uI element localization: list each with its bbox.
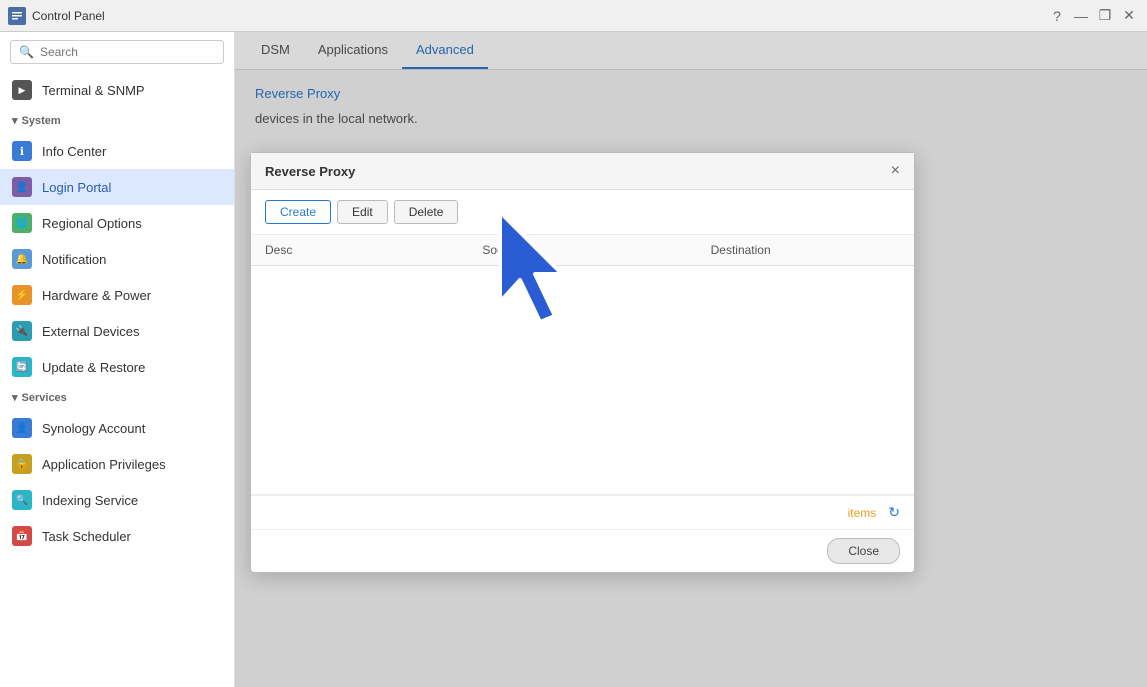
- task-scheduler-icon: 📅: [12, 526, 32, 546]
- indexing-service-icon: 🔍: [12, 490, 32, 510]
- minimize-button[interactable]: —: [1071, 6, 1091, 26]
- sidebar-item-indexing-service-label: Indexing Service: [42, 493, 138, 508]
- sidebar-item-update-restore-label: Update & Restore: [42, 360, 145, 375]
- sidebar-item-info-center-label: Info Center: [42, 144, 106, 159]
- system-section-label: System: [22, 115, 61, 127]
- create-button[interactable]: Create: [265, 200, 331, 224]
- title-bar-title: Control Panel: [32, 9, 105, 23]
- search-input[interactable]: [40, 45, 215, 59]
- refresh-icon[interactable]: ↻: [888, 504, 900, 521]
- delete-button[interactable]: Delete: [394, 200, 459, 224]
- services-collapse-icon: ▾: [12, 391, 18, 404]
- dialog-close-button[interactable]: ×: [891, 163, 900, 179]
- services-section-label: Services: [22, 392, 67, 404]
- system-section-header[interactable]: ▾ System: [0, 108, 234, 133]
- update-restore-icon: 🔄: [12, 357, 32, 377]
- login-portal-icon: 👤: [12, 177, 32, 197]
- sidebar-item-regional-options-label: Regional Options: [42, 216, 142, 231]
- dialog-toolbar: Create Edit Delete: [251, 190, 914, 235]
- sidebar-item-info-center[interactable]: ℹ Info Center: [0, 133, 234, 169]
- sidebar-item-application-privileges[interactable]: 🔒 Application Privileges: [0, 446, 234, 482]
- dialog-table-wrap: Desc Source Destination: [251, 235, 914, 495]
- synology-account-icon: 👤: [12, 418, 32, 438]
- sidebar-item-external-devices[interactable]: 🔌 External Devices: [0, 313, 234, 349]
- sidebar-item-terminal[interactable]: ▶ Terminal & SNMP: [0, 72, 234, 108]
- sidebar-item-task-scheduler-label: Task Scheduler: [42, 529, 131, 544]
- title-bar-left: Control Panel: [8, 7, 105, 25]
- sidebar-item-notification[interactable]: 🔔 Notification: [0, 241, 234, 277]
- items-text: items: [848, 506, 877, 520]
- restore-button[interactable]: ❐: [1095, 6, 1115, 26]
- title-bar: Control Panel ? — ❐ ✕: [0, 0, 1147, 32]
- sidebar-item-task-scheduler[interactable]: 📅 Task Scheduler: [0, 518, 234, 554]
- sidebar: 🔍 ▶ Terminal & SNMP ▾ System ℹ Info Cent…: [0, 32, 235, 687]
- regional-options-icon: 🌐: [12, 213, 32, 233]
- sidebar-item-login-portal[interactable]: 👤 Login Portal: [0, 169, 234, 205]
- search-box[interactable]: 🔍: [10, 40, 224, 64]
- dialog-header: Reverse Proxy ×: [251, 153, 914, 190]
- title-bar-controls: ? — ❐ ✕: [1047, 6, 1139, 26]
- dialog-close-bottom-button[interactable]: Close: [827, 538, 900, 564]
- sidebar-item-hardware-power[interactable]: ⚡ Hardware & Power: [0, 277, 234, 313]
- sidebar-item-indexing-service[interactable]: 🔍 Indexing Service: [0, 482, 234, 518]
- notification-icon: 🔔: [12, 249, 32, 269]
- sidebar-item-hardware-power-label: Hardware & Power: [42, 288, 151, 303]
- info-center-icon: ℹ: [12, 141, 32, 161]
- external-devices-icon: 🔌: [12, 321, 32, 341]
- sidebar-item-terminal-label: Terminal & SNMP: [42, 83, 145, 98]
- col-header-destination: Destination: [697, 235, 914, 266]
- hardware-power-icon: ⚡: [12, 285, 32, 305]
- app-container: 🔍 ▶ Terminal & SNMP ▾ System ℹ Info Cent…: [0, 32, 1147, 687]
- sidebar-item-external-devices-label: External Devices: [42, 324, 140, 339]
- services-section-header[interactable]: ▾ Services: [0, 385, 234, 410]
- sidebar-item-notification-label: Notification: [42, 252, 106, 267]
- dialog-footer: items ↻: [251, 495, 914, 529]
- collapse-icon: ▾: [12, 114, 18, 127]
- close-button[interactable]: ✕: [1119, 6, 1139, 26]
- search-icon: 🔍: [19, 45, 34, 59]
- sidebar-item-synology-account-label: Synology Account: [42, 421, 145, 436]
- edit-button[interactable]: Edit: [337, 200, 388, 224]
- dialog-title: Reverse Proxy: [265, 164, 355, 179]
- reverse-proxy-dialog: Reverse Proxy × Create Edit Delete Desc: [250, 152, 915, 573]
- sidebar-item-regional-options[interactable]: 🌐 Regional Options: [0, 205, 234, 241]
- dialog-close-row: Close: [251, 529, 914, 572]
- sidebar-item-login-portal-label: Login Portal: [42, 180, 111, 195]
- sidebar-item-update-restore[interactable]: 🔄 Update & Restore: [0, 349, 234, 385]
- col-header-source: Source: [468, 235, 696, 266]
- proxy-table: Desc Source Destination: [251, 235, 914, 266]
- sidebar-item-application-privileges-label: Application Privileges: [42, 457, 166, 472]
- sidebar-item-synology-account[interactable]: 👤 Synology Account: [0, 410, 234, 446]
- content-area: DSM Applications Advanced Reverse Proxy …: [235, 32, 1147, 687]
- help-button[interactable]: ?: [1047, 6, 1067, 26]
- terminal-icon: ▶: [12, 80, 32, 100]
- app-privileges-icon: 🔒: [12, 454, 32, 474]
- col-header-description: Desc: [251, 235, 468, 266]
- app-icon: [8, 7, 26, 25]
